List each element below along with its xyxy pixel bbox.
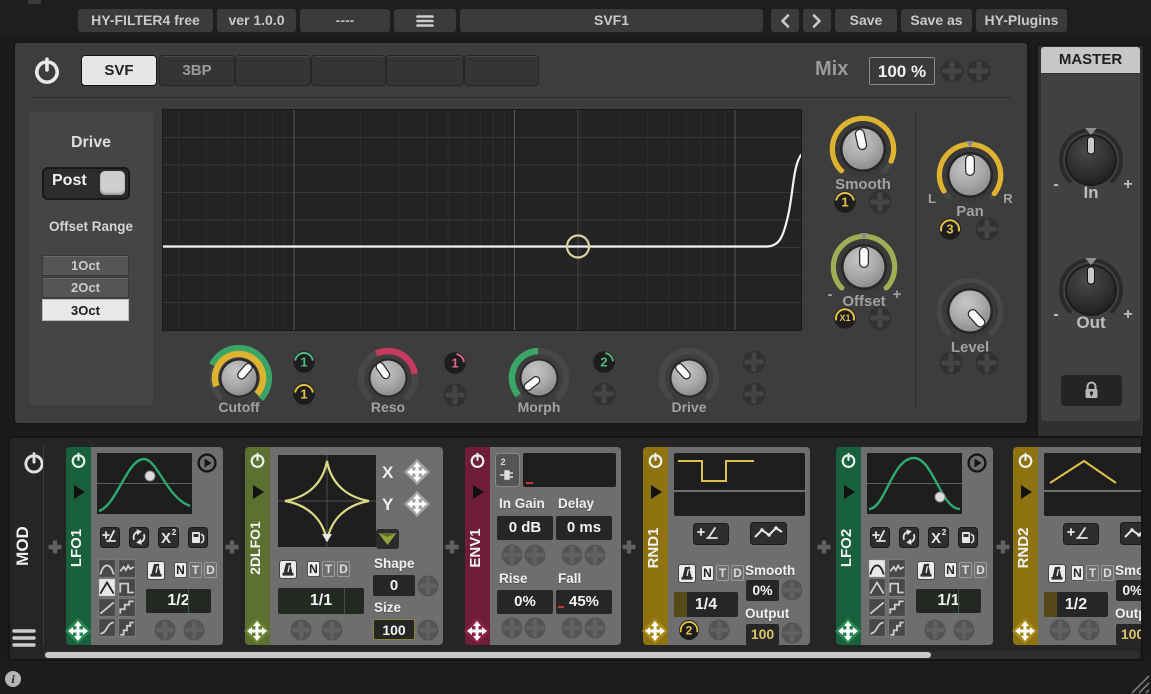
svg-text:3: 3 [946,222,953,237]
svg-text:2: 2 [500,457,505,467]
svg-text:1: 1 [451,356,458,371]
svg-text:1: 1 [300,387,307,402]
svg-text:2: 2 [600,355,607,370]
svg-text:2: 2 [172,528,177,537]
svg-text:2: 2 [942,528,947,537]
svg-text:X: X [931,530,941,547]
svg-text:2: 2 [686,623,693,637]
svg-text:X: X [161,530,171,547]
svg-text:1: 1 [300,355,307,370]
svg-text:X1: X1 [839,313,850,323]
svg-text:1: 1 [841,195,848,210]
